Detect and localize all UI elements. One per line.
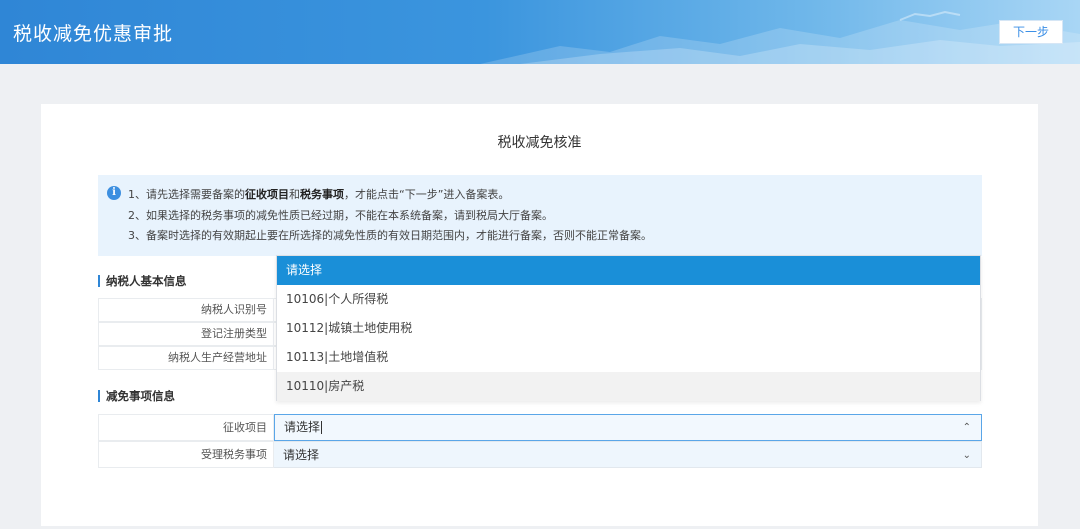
levy-item-select-value: 请选择: [284, 420, 321, 434]
dropdown-option-individual-income-tax[interactable]: 10106|个人所得税: [277, 285, 980, 314]
info-icon: i: [107, 186, 121, 200]
notice-line-1-suffix: ，才能点击“下一步”进入备案表。: [344, 188, 510, 201]
levy-item-select[interactable]: 请选择 ⌃: [274, 414, 982, 441]
levy-item-dropdown: 请选择 10106|个人所得税 10112|城镇土地使用税 10113|土地增值…: [276, 255, 981, 401]
card-title: 税收减免核准: [497, 135, 582, 151]
page-title: 税收减免优惠审批: [13, 23, 174, 45]
tax-matter-label: 受理税务事项: [98, 441, 274, 468]
notice-line-2: 2、如果选择的税务事项的减免性质已经过期，不能在本系统备案，请到税局大厅备案。: [128, 209, 553, 222]
notice-line-1-bold-levy: 征收项目: [245, 188, 289, 201]
levy-item-label: 征收项目: [98, 414, 274, 441]
relief-section-title: 减免事项信息: [98, 388, 175, 404]
tax-matter-select[interactable]: 请选择 ⌄: [274, 441, 982, 468]
next-step-button[interactable]: 下一步: [999, 20, 1063, 44]
text-cursor: [321, 421, 323, 434]
dropdown-option-land-value-added-tax[interactable]: 10113|土地增值税: [277, 343, 980, 372]
notice-line-1-mid: 和: [289, 188, 300, 201]
registration-type-label: 登记注册类型: [98, 322, 274, 346]
dropdown-option-urban-land-use-tax[interactable]: 10112|城镇土地使用税: [277, 314, 980, 343]
business-address-label: 纳税人生产经营地址: [98, 346, 274, 370]
app-header: 税收减免优惠审批 下一步: [0, 0, 1080, 64]
chevron-up-icon[interactable]: ⌃: [963, 415, 971, 440]
levy-item-row: 征收项目 请选择 ⌃: [98, 414, 982, 441]
notice-line-1-bold-matter: 税务事项: [300, 188, 344, 201]
notice-line-1: 1、请先选择需要备案的征收项目和税务事项，才能点击“下一步”进入备案表。: [128, 186, 509, 202]
chevron-down-icon[interactable]: ⌄: [963, 442, 971, 469]
notice-line-1-prefix: 1、请先选择需要备案的: [128, 188, 245, 201]
notice-line-3: 3、备案时选择的有效期起止要在所选择的减免性质的有效日期范围内，才能进行备案，否…: [128, 229, 652, 242]
tax-matter-select-value: 请选择: [283, 448, 320, 462]
dropdown-option-property-tax[interactable]: 10110|房产税: [277, 372, 980, 401]
tax-matter-row: 受理税务事项 请选择 ⌄: [98, 441, 982, 468]
taxpayer-section-title: 纳税人基本信息: [98, 273, 187, 289]
dropdown-option-placeholder[interactable]: 请选择: [277, 256, 980, 285]
taxpayer-id-label: 纳税人识别号: [98, 298, 274, 322]
notice-box: i 1、请先选择需要备案的征收项目和税务事项，才能点击“下一步”进入备案表。 2…: [98, 175, 982, 256]
